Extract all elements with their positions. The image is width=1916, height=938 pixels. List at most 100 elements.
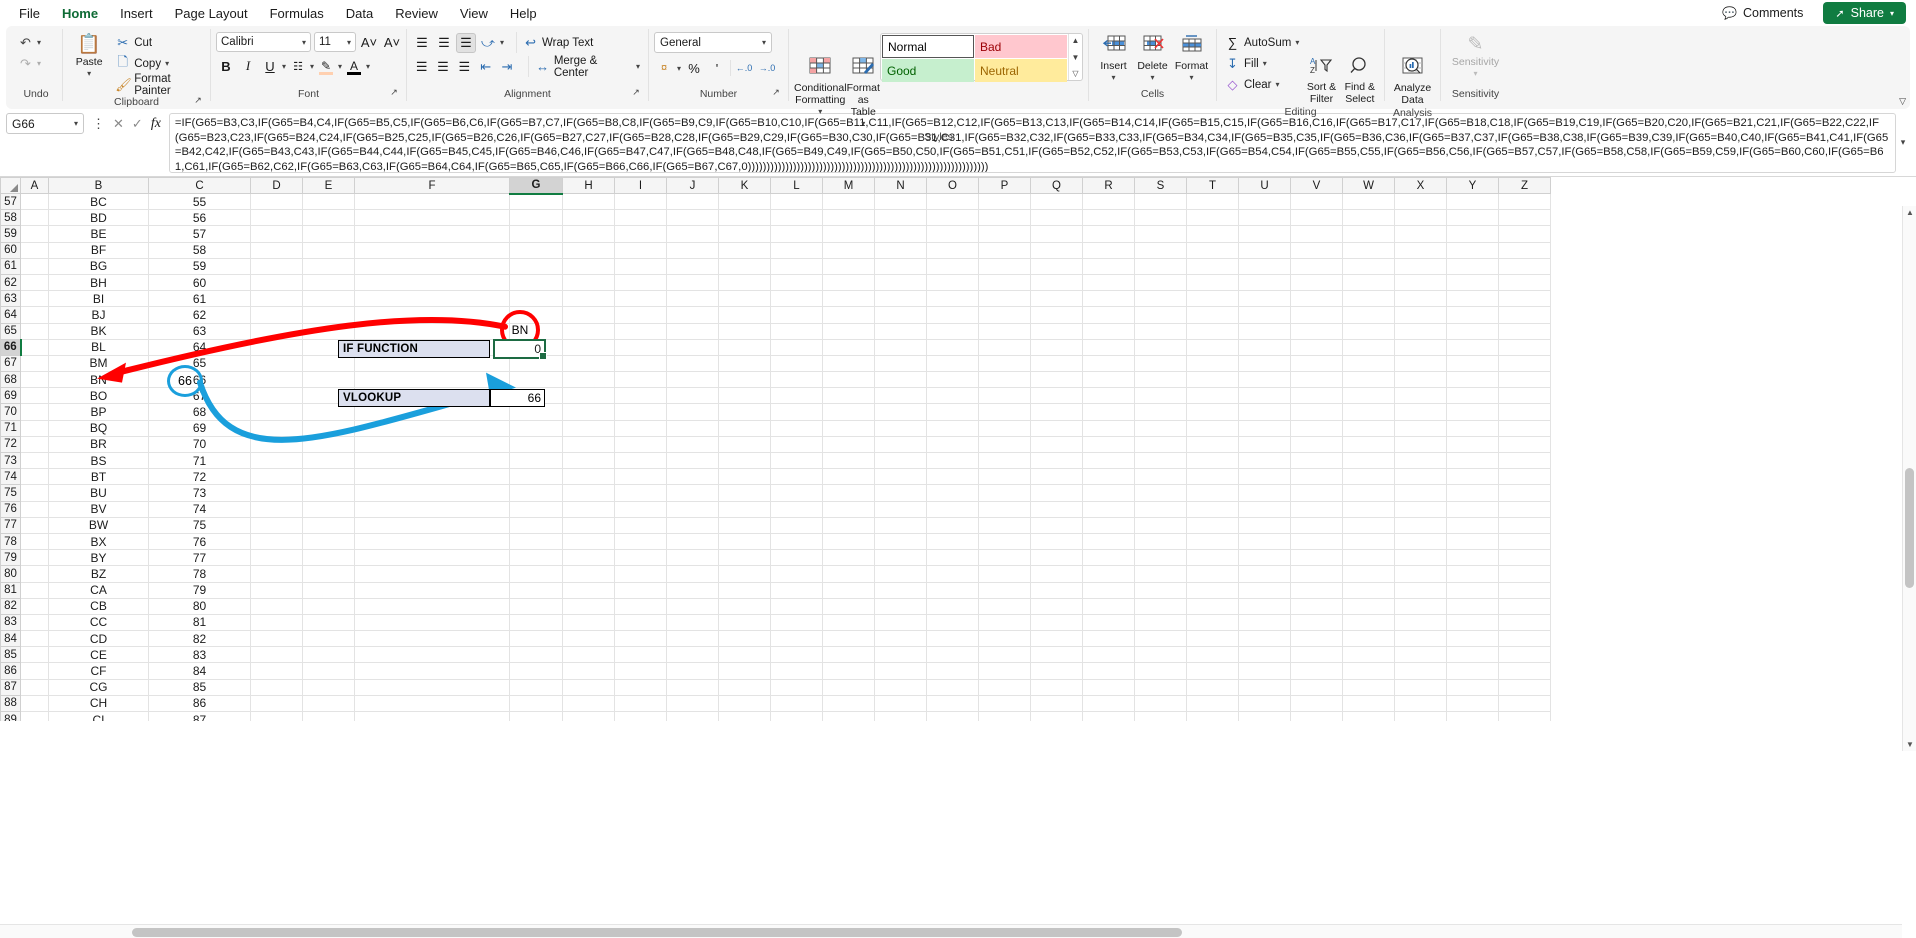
cell-Q88[interactable]: [1030, 695, 1083, 713]
row-header-89[interactable]: 89: [0, 710, 21, 721]
cell-E57[interactable]: [302, 193, 355, 211]
cell-L73[interactable]: [770, 452, 823, 470]
cell-P70[interactable]: [978, 403, 1031, 421]
cell-U77[interactable]: [1238, 517, 1291, 534]
cell-Q60[interactable]: [1030, 242, 1083, 259]
cell-C67[interactable]: 65: [148, 355, 251, 373]
cell-G60[interactable]: [509, 242, 563, 259]
column-header-U[interactable]: U: [1238, 177, 1291, 194]
cell-V65[interactable]: [1290, 323, 1343, 340]
copy-button[interactable]: 🗋 Copy ▾: [112, 53, 205, 74]
cell-J83[interactable]: [666, 614, 719, 632]
cell-O69[interactable]: [926, 387, 979, 405]
cell-G82[interactable]: [509, 598, 563, 615]
cell-R75[interactable]: [1082, 484, 1135, 502]
cell-S61[interactable]: [1134, 258, 1187, 275]
cell-W70[interactable]: [1342, 403, 1395, 421]
cell-A60[interactable]: [20, 242, 49, 259]
format-as-table-button[interactable]: Format as Table ▾: [847, 32, 880, 130]
cell-G70[interactable]: [509, 403, 563, 421]
column-header-R[interactable]: R: [1082, 177, 1135, 194]
cell-R76[interactable]: [1082, 501, 1135, 518]
cell-S71[interactable]: [1134, 420, 1187, 437]
comma-style-button[interactable]: ': [707, 58, 727, 78]
row-header-59[interactable]: 59: [0, 225, 21, 243]
cell-E79[interactable]: [302, 549, 355, 567]
cell-B59[interactable]: BE: [48, 225, 149, 243]
cell-W80[interactable]: [1342, 565, 1395, 583]
autosum-button[interactable]: ∑ AutoSum ▾: [1222, 32, 1302, 53]
cell-A77[interactable]: [20, 517, 49, 534]
chevron-down-icon[interactable]: ▾: [1295, 38, 1299, 47]
cell-C58[interactable]: 56: [148, 209, 251, 227]
cell-F86[interactable]: [354, 662, 510, 680]
cell-Z86[interactable]: [1498, 662, 1551, 680]
chevron-down-icon[interactable]: ▾: [500, 38, 504, 47]
cell-X80[interactable]: [1394, 565, 1447, 583]
cell-S78[interactable]: [1134, 533, 1187, 551]
row-header-81[interactable]: 81: [0, 581, 21, 599]
horizontal-scrollbar[interactable]: [0, 924, 1902, 938]
cell-Q83[interactable]: [1030, 614, 1083, 632]
cell-A84[interactable]: [20, 630, 49, 648]
cell-G85[interactable]: [509, 646, 563, 664]
cell-B57[interactable]: BC: [48, 193, 149, 211]
cell-R60[interactable]: [1082, 242, 1135, 259]
cell-X74[interactable]: [1394, 468, 1447, 486]
cell-O75[interactable]: [926, 484, 979, 502]
cell-K66[interactable]: [718, 339, 771, 356]
cell-M62[interactable]: [822, 274, 875, 292]
cell-I67[interactable]: [614, 355, 667, 373]
align-right-icon[interactable]: ☰: [455, 57, 474, 77]
cell-H78[interactable]: [562, 533, 615, 551]
chevron-down-icon[interactable]: ▾: [338, 62, 342, 71]
cell-A62[interactable]: [20, 274, 49, 292]
cell-N75[interactable]: [874, 484, 927, 502]
cell-S59[interactable]: [1134, 225, 1187, 243]
cell-N66[interactable]: [874, 339, 927, 356]
horizontal-scroll-thumb[interactable]: [132, 928, 1182, 937]
cell-Y76[interactable]: [1446, 501, 1499, 518]
cell-Q81[interactable]: [1030, 582, 1083, 599]
cell-K57[interactable]: [718, 193, 771, 211]
cell-Z68[interactable]: [1498, 371, 1551, 389]
cell-Q78[interactable]: [1030, 533, 1083, 551]
cell-P66[interactable]: [978, 339, 1031, 356]
cell-N77[interactable]: [874, 517, 927, 534]
cell-W82[interactable]: [1342, 598, 1395, 615]
cell-Z87[interactable]: [1498, 679, 1551, 696]
cell-K78[interactable]: [718, 533, 771, 551]
cell-H62[interactable]: [562, 274, 615, 292]
cell-J58[interactable]: [666, 209, 719, 227]
cell-K68[interactable]: [718, 371, 771, 389]
cell-N74[interactable]: [874, 468, 927, 486]
cell-P72[interactable]: [978, 436, 1031, 454]
cell-C73[interactable]: 71: [148, 452, 251, 470]
cell-P84[interactable]: [978, 630, 1031, 648]
cell-G59[interactable]: [509, 225, 563, 243]
cell-V63[interactable]: [1290, 290, 1343, 308]
cell-W88[interactable]: [1342, 695, 1395, 713]
cell-R59[interactable]: [1082, 225, 1135, 243]
chevron-down-icon[interactable]: ▾: [1150, 72, 1154, 84]
cell-P86[interactable]: [978, 662, 1031, 680]
cell-N80[interactable]: [874, 565, 927, 583]
cell-V81[interactable]: [1290, 582, 1343, 599]
cell-H83[interactable]: [562, 614, 615, 632]
cell-V70[interactable]: [1290, 403, 1343, 421]
cell-B73[interactable]: BS: [48, 452, 149, 470]
cell-M86[interactable]: [822, 662, 875, 680]
cell-O85[interactable]: [926, 646, 979, 664]
cell-M83[interactable]: [822, 614, 875, 632]
cell-I81[interactable]: [614, 582, 667, 599]
cell-F68[interactable]: [354, 371, 510, 389]
cell-B60[interactable]: BF: [48, 242, 149, 259]
cell-F70[interactable]: [354, 403, 510, 421]
share-button[interactable]: ➚ Share ▾: [1823, 2, 1906, 24]
row-header-65[interactable]: 65: [0, 322, 21, 340]
cell-S77[interactable]: [1134, 517, 1187, 534]
cell-R77[interactable]: [1082, 517, 1135, 534]
chevron-down-icon[interactable]: ▾: [165, 59, 169, 68]
cell-V58[interactable]: [1290, 209, 1343, 227]
cell-L88[interactable]: [770, 695, 823, 713]
